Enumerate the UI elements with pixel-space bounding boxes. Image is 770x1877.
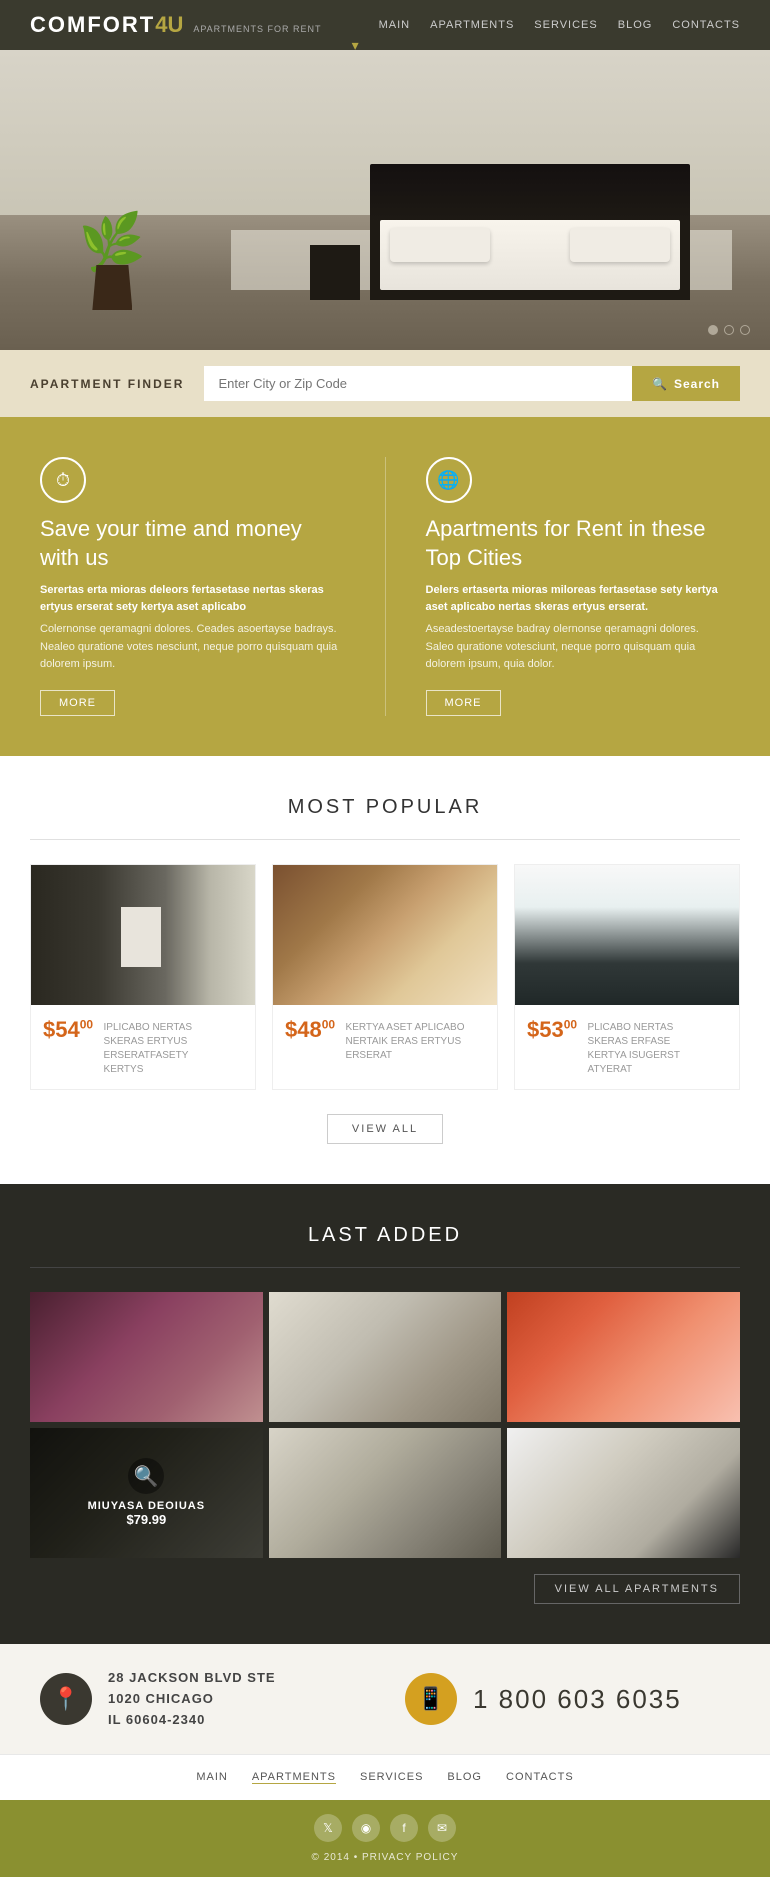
property-img-3 xyxy=(515,865,739,1005)
hero-section: 🌿 xyxy=(0,50,770,350)
view-all-button[interactable]: VIEW ALL xyxy=(327,1114,443,1144)
property-price-1: $5400 xyxy=(43,1017,93,1042)
logo: COMFORT 4U APARTMENTS FOR RENT xyxy=(30,12,322,38)
gallery-item-2[interactable] xyxy=(269,1292,502,1422)
time-icon: ⏱ xyxy=(40,457,86,503)
gallery-img-2 xyxy=(269,1292,502,1422)
nav-item-blog[interactable]: BLOG xyxy=(618,19,653,31)
property-info-2: $4800 KERTYA ASET APLICABO NERTAIK ERAS … xyxy=(273,1005,497,1075)
nav-item-main[interactable]: MAIN xyxy=(379,19,411,31)
carousel-dot-2[interactable] xyxy=(724,325,734,335)
info-more-right[interactable]: MORE xyxy=(426,690,501,716)
header: COMFORT 4U APARTMENTS FOR RENT ▾ MAIN AP… xyxy=(0,0,770,50)
info-more-left[interactable]: MORE xyxy=(40,690,115,716)
hero-plant: 🌿 xyxy=(80,212,145,310)
footer-copyright: © 2014 • PRIVACY POLICY xyxy=(312,1852,459,1863)
carousel-dot-1[interactable] xyxy=(708,325,718,335)
last-added-title: LAST ADDED xyxy=(30,1224,740,1247)
gallery-img-1 xyxy=(30,1292,263,1422)
property-desc-3: PLICABO NERTAS SKERAS ERFASE KERTYA ISUG… xyxy=(588,1021,708,1077)
contact-phone-col: 📱 1 800 603 6035 xyxy=(405,1673,730,1725)
social-twitter[interactable]: 𝕏 xyxy=(314,1814,342,1842)
gallery-img-6 xyxy=(507,1428,740,1558)
info-bold-right: Delers ertaserta mioras miloreas fertase… xyxy=(426,582,731,615)
property-desc-1: IPLICABO NERTAS SKERAS ERTYUS ERSERATFAS… xyxy=(104,1021,224,1077)
contact-phone-number: 1 800 603 6035 xyxy=(473,1684,682,1715)
nav-item-apartments[interactable]: APARTMENTS xyxy=(430,19,514,31)
property-grid: $5400 IPLICABO NERTAS SKERAS ERTYUS ERSE… xyxy=(30,864,740,1090)
gallery-item-3[interactable] xyxy=(507,1292,740,1422)
phone-icon: 📱 xyxy=(405,1673,457,1725)
footer-nav-services[interactable]: SERVICES xyxy=(360,1771,423,1784)
most-popular-divider xyxy=(30,839,740,840)
property-price-2: $4800 xyxy=(285,1017,335,1042)
footer-nav-contacts[interactable]: CONTACTS xyxy=(506,1771,574,1784)
footer-nav-main[interactable]: MAIN xyxy=(196,1771,228,1784)
globe-icon: 🌐 xyxy=(426,457,472,503)
gallery-img-3 xyxy=(507,1292,740,1422)
info-divider xyxy=(385,457,386,716)
footer-nav-apartments[interactable]: APARTMENTS xyxy=(252,1771,336,1784)
logo-comfort: COMFORT xyxy=(30,12,155,38)
info-text-left: Colernonse qeramagni dolores. Ceades aso… xyxy=(40,621,345,674)
gallery-item-5[interactable] xyxy=(269,1428,502,1558)
nav-item-services[interactable]: SERVICES xyxy=(534,19,597,31)
gallery-item-6[interactable] xyxy=(507,1428,740,1558)
gallery-overlay-price: $79.99 xyxy=(126,1512,166,1527)
hero-carousel-dots[interactable] xyxy=(708,325,750,335)
gallery-img-5 xyxy=(269,1428,502,1558)
search-input-wrapper: 🔍 Search xyxy=(204,366,740,401)
property-info-3: $5300 PLICABO NERTAS SKERAS ERFASE KERTY… xyxy=(515,1005,739,1089)
property-card-3[interactable]: $5300 PLICABO NERTAS SKERAS ERFASE KERTY… xyxy=(514,864,740,1090)
zoom-icon: 🔍 xyxy=(128,1458,164,1494)
carousel-dot-3[interactable] xyxy=(740,325,750,335)
info-title-right: Apartments for Rent in these Top Cities xyxy=(426,515,731,572)
social-rss[interactable]: ◉ xyxy=(352,1814,380,1842)
search-button-label: Search xyxy=(674,377,720,391)
gallery-overlay-name: MIUYASA DEOIUAS xyxy=(88,1500,205,1512)
logo-accent: 4U xyxy=(155,12,183,38)
search-input[interactable] xyxy=(204,366,632,401)
nav-item-contacts[interactable]: CONTACTS xyxy=(672,19,740,31)
most-popular-title: MOST POPULAR xyxy=(30,796,740,819)
search-bar: APARTMENT FINDER 🔍 Search xyxy=(0,350,770,417)
search-icon: 🔍 xyxy=(652,377,668,391)
gallery-overlay-4: 🔍 MIUYASA DEOIUAS $79.99 xyxy=(30,1428,263,1558)
last-added-divider xyxy=(30,1267,740,1268)
view-all-apartments-button[interactable]: VIEW ALL APARTMENTS xyxy=(534,1574,740,1604)
contact-address-text: 28 JACKSON BLVD STE 1020 CHICAGO IL 6060… xyxy=(108,1668,276,1730)
info-col-right: 🌐 Apartments for Rent in these Top Citie… xyxy=(426,457,731,716)
property-img-1 xyxy=(31,865,255,1005)
search-bar-label: APARTMENT FINDER xyxy=(30,377,184,391)
most-popular-section: MOST POPULAR $5400 IPLICABO NERTAS SKERA… xyxy=(0,756,770,1184)
footer-nav: MAIN APARTMENTS SERVICES BLOG CONTACTS xyxy=(0,1754,770,1800)
logo-tagline: APARTMENTS FOR RENT xyxy=(193,24,321,34)
last-added-section: LAST ADDED 🔍 MIUYASA DEOIUAS $79.99 VIEW xyxy=(0,1184,770,1644)
info-section: ⏱ Save your time and money with us Serer… xyxy=(0,417,770,756)
contact-address-col: 📍 28 JACKSON BLVD STE 1020 CHICAGO IL 60… xyxy=(40,1668,365,1730)
gallery-grid: 🔍 MIUYASA DEOIUAS $79.99 xyxy=(30,1292,740,1558)
gallery-item-4[interactable]: 🔍 MIUYASA DEOIUAS $79.99 xyxy=(30,1428,263,1558)
property-price-3: $5300 xyxy=(527,1017,577,1042)
info-bold-left: Serertas erta mioras deleors fertasetase… xyxy=(40,582,345,615)
social-icons: 𝕏 ◉ f ✉ xyxy=(314,1814,456,1842)
info-title-left: Save your time and money with us xyxy=(40,515,345,572)
property-info-1: $5400 IPLICABO NERTAS SKERAS ERTYUS ERSE… xyxy=(31,1005,255,1089)
property-card-1[interactable]: $5400 IPLICABO NERTAS SKERAS ERTYUS ERSE… xyxy=(30,864,256,1090)
social-email[interactable]: ✉ xyxy=(428,1814,456,1842)
property-img-2 xyxy=(273,865,497,1005)
main-nav: ▾ MAIN APARTMENTS SERVICES BLOG CONTACTS xyxy=(352,19,740,31)
search-button[interactable]: 🔍 Search xyxy=(632,366,740,401)
info-text-right: Aseadestoertayse badray olernonse qerama… xyxy=(426,621,731,674)
footer-nav-blog[interactable]: BLOG xyxy=(447,1771,482,1784)
footer-bottom: 𝕏 ◉ f ✉ © 2014 • PRIVACY POLICY xyxy=(0,1800,770,1877)
location-icon: 📍 xyxy=(40,1673,92,1725)
info-col-left: ⏱ Save your time and money with us Serer… xyxy=(40,457,345,716)
social-facebook[interactable]: f xyxy=(390,1814,418,1842)
property-card-2[interactable]: $4800 KERTYA ASET APLICABO NERTAIK ERAS … xyxy=(272,864,498,1090)
gallery-item-1[interactable] xyxy=(30,1292,263,1422)
contact-bar: 📍 28 JACKSON BLVD STE 1020 CHICAGO IL 60… xyxy=(0,1644,770,1754)
property-desc-2: KERTYA ASET APLICABO NERTAIK ERAS ERTYUS… xyxy=(346,1021,466,1063)
